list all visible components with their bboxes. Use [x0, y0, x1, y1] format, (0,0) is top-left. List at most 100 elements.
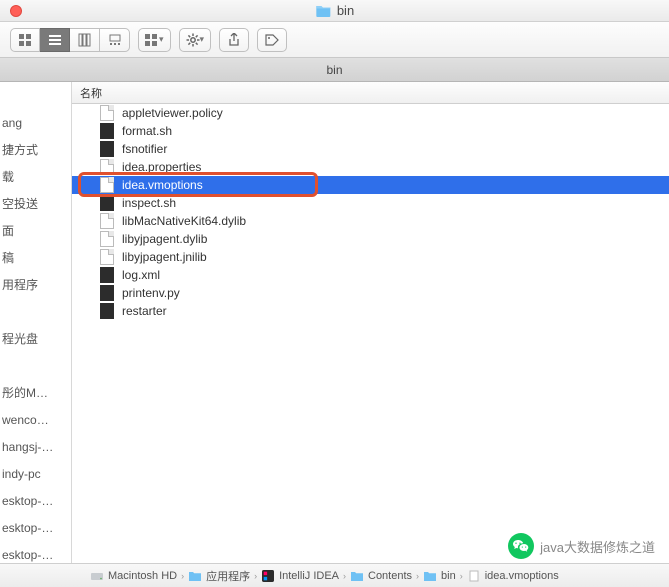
file-name: idea.vmoptions — [122, 178, 203, 192]
path-segment[interactable]: idea.vmoptions — [485, 570, 559, 582]
exec-icon — [100, 141, 114, 157]
sidebar-gap — [0, 352, 71, 379]
file-name: inspect.sh — [122, 196, 176, 210]
close-window-button[interactable] — [10, 5, 22, 17]
sidebar[interactable]: ang 捷方式 载 空投送 面 稿 用程序 程光盘 彤的M… wenco… ha… — [0, 82, 72, 563]
file-row[interactable]: appletviewer.policy — [72, 104, 669, 122]
document-icon — [100, 177, 114, 193]
file-row[interactable]: printenv.py — [72, 284, 669, 302]
chevron-right-icon: › — [254, 571, 257, 581]
script-icon — [100, 267, 114, 283]
sidebar-item[interactable]: ang — [0, 109, 71, 136]
file-name: libMacNativeKit64.dylib — [122, 214, 246, 228]
arrange-group — [138, 28, 171, 52]
action-group — [179, 28, 212, 52]
script-icon — [100, 285, 114, 301]
file-row[interactable]: fsnotifier — [72, 140, 669, 158]
tags-group — [257, 28, 287, 52]
sidebar-item[interactable]: 程光盘 — [0, 325, 71, 352]
document-icon — [100, 249, 114, 265]
watermark: java大数据修炼之道 — [504, 531, 659, 561]
arrange-button[interactable] — [138, 28, 171, 52]
tab-bar: bin — [0, 58, 669, 82]
wechat-icon — [508, 533, 534, 559]
sidebar-item[interactable]: 面 — [0, 217, 71, 244]
exec-icon — [100, 303, 114, 319]
share-button[interactable] — [219, 28, 249, 52]
sidebar-item[interactable]: esktop-… — [0, 487, 71, 514]
share-icon — [228, 33, 240, 47]
tags-button[interactable] — [257, 28, 287, 52]
sidebar-item[interactable]: 捷方式 — [0, 136, 71, 163]
document-icon — [467, 570, 481, 582]
sidebar-item[interactable]: wenco… — [0, 406, 71, 433]
file-row[interactable]: libyjpagent.jnilib — [72, 248, 669, 266]
file-name: printenv.py — [122, 286, 180, 300]
window-title: bin — [315, 3, 354, 18]
file-row[interactable]: restarter — [72, 302, 669, 320]
sidebar-item[interactable]: 空投送 — [0, 190, 71, 217]
app-icon — [261, 570, 275, 582]
sidebar-item[interactable]: esktop-… — [0, 514, 71, 541]
path-bar[interactable]: Macintosh HD › 应用程序 › IntelliJ IDEA › Co… — [0, 563, 669, 587]
action-button[interactable] — [179, 28, 212, 52]
tag-icon — [265, 34, 279, 46]
file-row[interactable]: libyjpagent.dylib — [72, 230, 669, 248]
path-segment[interactable]: Macintosh HD — [108, 570, 177, 582]
file-row[interactable]: log.xml — [72, 266, 669, 284]
share-group — [219, 28, 249, 52]
sidebar-item[interactable]: 稿 — [0, 244, 71, 271]
document-icon — [100, 213, 114, 229]
tab-label[interactable]: bin — [326, 63, 342, 77]
file-list[interactable]: appletviewer.policy format.sh fsnotifier… — [72, 104, 669, 563]
file-name: format.sh — [122, 124, 172, 138]
file-row[interactable]: idea.properties — [72, 158, 669, 176]
file-name: appletviewer.policy — [122, 106, 223, 120]
file-name: idea.properties — [122, 160, 201, 174]
script-icon — [100, 123, 114, 139]
column-view-button[interactable] — [70, 28, 100, 52]
view-mode-group — [10, 28, 130, 52]
folder-icon — [188, 570, 202, 582]
file-row[interactable]: inspect.sh — [72, 194, 669, 212]
window-title-text: bin — [337, 3, 354, 18]
folder-icon — [350, 570, 364, 582]
sidebar-item[interactable]: esktop-… — [0, 541, 71, 563]
traffic-lights — [0, 5, 22, 17]
sidebar-gap — [0, 298, 71, 325]
sidebar-item[interactable]: 彤的M… — [0, 379, 71, 406]
list-view-button[interactable] — [40, 28, 70, 52]
main-pane: 名称 appletviewer.policy format.sh fsnotif… — [72, 82, 669, 563]
document-icon — [100, 231, 114, 247]
sidebar-item[interactable]: indy-pc — [0, 460, 71, 487]
document-icon — [100, 105, 114, 121]
path-segment[interactable]: bin — [441, 570, 456, 582]
document-icon — [100, 159, 114, 175]
sidebar-item[interactable]: 用程序 — [0, 271, 71, 298]
window-titlebar: bin — [0, 0, 669, 22]
path-segment[interactable]: 应用程序 — [206, 568, 250, 584]
chevron-right-icon: › — [416, 571, 419, 581]
chevron-right-icon: › — [181, 571, 184, 581]
toolbar — [0, 22, 669, 58]
file-row[interactable]: format.sh — [72, 122, 669, 140]
watermark-text: java大数据修炼之道 — [540, 537, 655, 556]
chevron-right-icon: › — [460, 571, 463, 581]
file-row-selected[interactable]: idea.vmoptions — [72, 176, 669, 194]
gallery-view-button[interactable] — [100, 28, 130, 52]
path-segment[interactable]: IntelliJ IDEA — [279, 570, 339, 582]
file-name: libyjpagent.jnilib — [122, 250, 207, 264]
column-header-name[interactable]: 名称 — [72, 82, 669, 104]
file-row[interactable]: libMacNativeKit64.dylib — [72, 212, 669, 230]
icon-view-button[interactable] — [10, 28, 40, 52]
sidebar-item[interactable]: 载 — [0, 163, 71, 190]
folder-icon — [423, 570, 437, 582]
sidebar-item[interactable]: hangsj-… — [0, 433, 71, 460]
path-segment[interactable]: Contents — [368, 570, 412, 582]
file-name: log.xml — [122, 268, 160, 282]
chevron-right-icon: › — [343, 571, 346, 581]
folder-icon — [315, 4, 331, 17]
sidebar-item[interactable] — [0, 82, 71, 109]
file-name: libyjpagent.dylib — [122, 232, 207, 246]
script-icon — [100, 195, 114, 211]
